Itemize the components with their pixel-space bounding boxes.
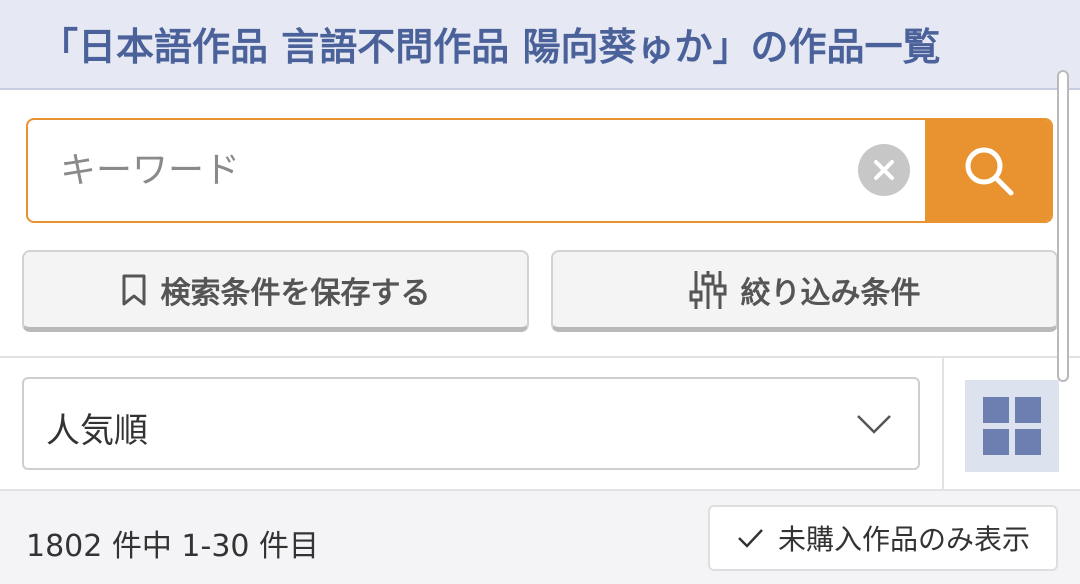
unpurchased-only-toggle[interactable]: 未購入作品のみ表示 xyxy=(708,505,1058,571)
grid-icon xyxy=(983,397,1041,455)
search-icon xyxy=(965,147,1014,195)
check-icon xyxy=(738,529,763,548)
sort-selected-value: 人気順 xyxy=(46,411,148,451)
page-header: 「日本語作品 言語不問作品 陽向葵ゅか」の作品一覧 xyxy=(0,0,1080,90)
filter-button[interactable]: 絞り込み条件 xyxy=(551,250,1058,332)
sliders-icon xyxy=(689,270,726,309)
chevron-down-icon xyxy=(857,415,891,434)
sort-select[interactable]: 人気順 xyxy=(22,377,920,470)
search-box xyxy=(26,118,1053,223)
close-icon xyxy=(874,160,894,180)
bookmark-icon xyxy=(122,274,145,305)
unpurchased-only-label: 未購入作品のみ表示 xyxy=(777,523,1030,556)
divider xyxy=(0,356,1080,358)
filter-label: 絞り込み条件 xyxy=(740,275,921,311)
results-bar: 1802 件中 1-30 件目 未購入作品のみ表示 xyxy=(0,491,1080,584)
save-search-button[interactable]: 検索条件を保存する xyxy=(22,250,529,332)
save-search-label: 検索条件を保存する xyxy=(160,275,431,311)
search-input[interactable] xyxy=(28,120,925,221)
grid-view-toggle[interactable] xyxy=(965,380,1059,472)
clear-search-button[interactable] xyxy=(858,144,910,196)
divider xyxy=(942,358,944,490)
page-title: 「日本語作品 言語不問作品 陽向葵ゅか」の作品一覧 xyxy=(40,25,941,69)
search-button[interactable] xyxy=(925,120,1051,221)
scrollbar[interactable] xyxy=(1057,70,1069,382)
result-count: 1802 件中 1-30 件目 xyxy=(26,529,320,564)
